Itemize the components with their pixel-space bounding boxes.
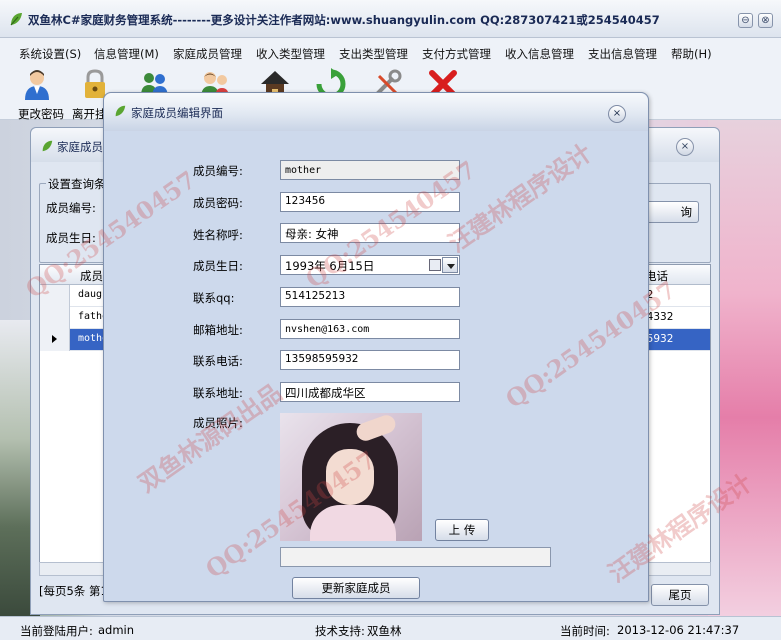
menu-payment-method-management[interactable]: 支付方式管理 [422,46,491,62]
birthday-label: 成员生日: [193,259,243,273]
menu-info-management[interactable]: 信息管理(M) [94,46,159,62]
status-user-label: 当前登陆用户: [20,624,93,638]
dialog-leaf-icon [115,105,126,117]
update-member-button[interactable]: 更新家庭成员 [292,577,420,599]
app-leaf-icon [10,13,22,26]
name-label: 姓名称呼: [193,228,243,242]
address-label: 联系地址: [193,386,243,400]
chevron-down-icon[interactable] [442,257,458,273]
menu-expense-info-management[interactable]: 支出信息管理 [588,46,657,62]
grid-header-member[interactable]: 成员 [80,268,103,284]
phone-label: 联系电话: [193,354,243,368]
password-field[interactable]: 123456 [280,192,460,212]
dialog-title-bar: 家庭成员编辑界面 × [104,93,648,131]
address-field[interactable]: 四川成都成华区 [280,382,460,402]
dialog-close-button[interactable]: × [608,105,626,123]
name-field[interactable]: 母亲: 女神 [280,223,460,243]
photo-path-field[interactable] [280,547,551,567]
member-edit-dialog: 家庭成员编辑界面 × 成员编号: mother 成员密码: 123456 姓名称… [103,92,649,602]
birthday-value: 1993年 6月15日 [285,259,375,273]
last-page-button[interactable]: 尾页 [651,584,709,606]
row-header[interactable] [40,307,70,329]
member-id-field[interactable]: mother [280,160,460,180]
current-row-pointer-icon [52,335,57,343]
member-list-close-button[interactable]: × [676,138,694,156]
menu-income-info-management[interactable]: 收入信息管理 [505,46,574,62]
photo-label: 成员照片: [193,416,243,430]
pager-info: [每页5条 第1 [39,584,108,598]
query-member-id-label: 成员编号: [46,201,96,215]
menu-expense-type-management[interactable]: 支出类型管理 [339,46,408,62]
birthday-picker[interactable]: 1993年 6月15日 [280,255,460,275]
row-header[interactable] [40,285,70,307]
phone-field[interactable]: 13598595932 [280,350,460,370]
main-title-bar: 双鱼林C#家庭财务管理系统--------更多设计关注作者网站:www.shua… [0,0,781,38]
status-bar: 当前登陆用户: admin 技术支持: 双鱼林 当前时间: 2013-12-06… [0,616,781,640]
email-label: 邮箱地址: [193,323,243,337]
status-user: admin [98,623,135,637]
menu-help[interactable]: 帮助(H) [671,46,712,62]
row-header[interactable] [40,329,70,351]
status-support-label: 技术支持: [315,624,365,638]
password-label: 成员密码: [193,196,243,210]
menu-income-type-management[interactable]: 收入类型管理 [256,46,325,62]
menu-family-member-management[interactable]: 家庭成员管理 [173,46,242,62]
app-title: 双鱼林C#家庭财务管理系统--------更多设计关注作者网站:www.shua… [28,13,660,27]
member-photo [280,413,422,541]
member-list-title: 家庭成员 [57,140,103,154]
minimize-button[interactable]: ⊖ [738,13,753,28]
email-field[interactable]: nvshen@163.com [280,319,460,339]
qq-field[interactable]: 514125213 [280,287,460,307]
menu-bar: 系统设置(S) 信息管理(M) 家庭成员管理 收入类型管理 支出类型管理 支付方… [0,38,781,66]
calendar-icon [429,259,441,271]
change-password-tool[interactable]: 更改密码 [12,68,64,121]
qq-label: 联系qq: [193,291,235,305]
close-window-button[interactable]: ⊗ [758,13,773,28]
status-time: 2013-12-06 21:47:37 [617,623,740,637]
dialog-title: 家庭成员编辑界面 [131,106,223,120]
upload-button[interactable]: 上 传 [435,519,489,541]
user-icon [25,70,49,100]
status-support: 双鱼林 [367,624,402,638]
status-time-label: 当前时间: [560,624,610,638]
window-leaf-icon [42,140,53,152]
menu-system-settings[interactable]: 系统设置(S) [19,46,81,62]
query-birthday-label: 成员生日: [46,231,96,245]
member-id-label: 成员编号: [193,164,243,178]
